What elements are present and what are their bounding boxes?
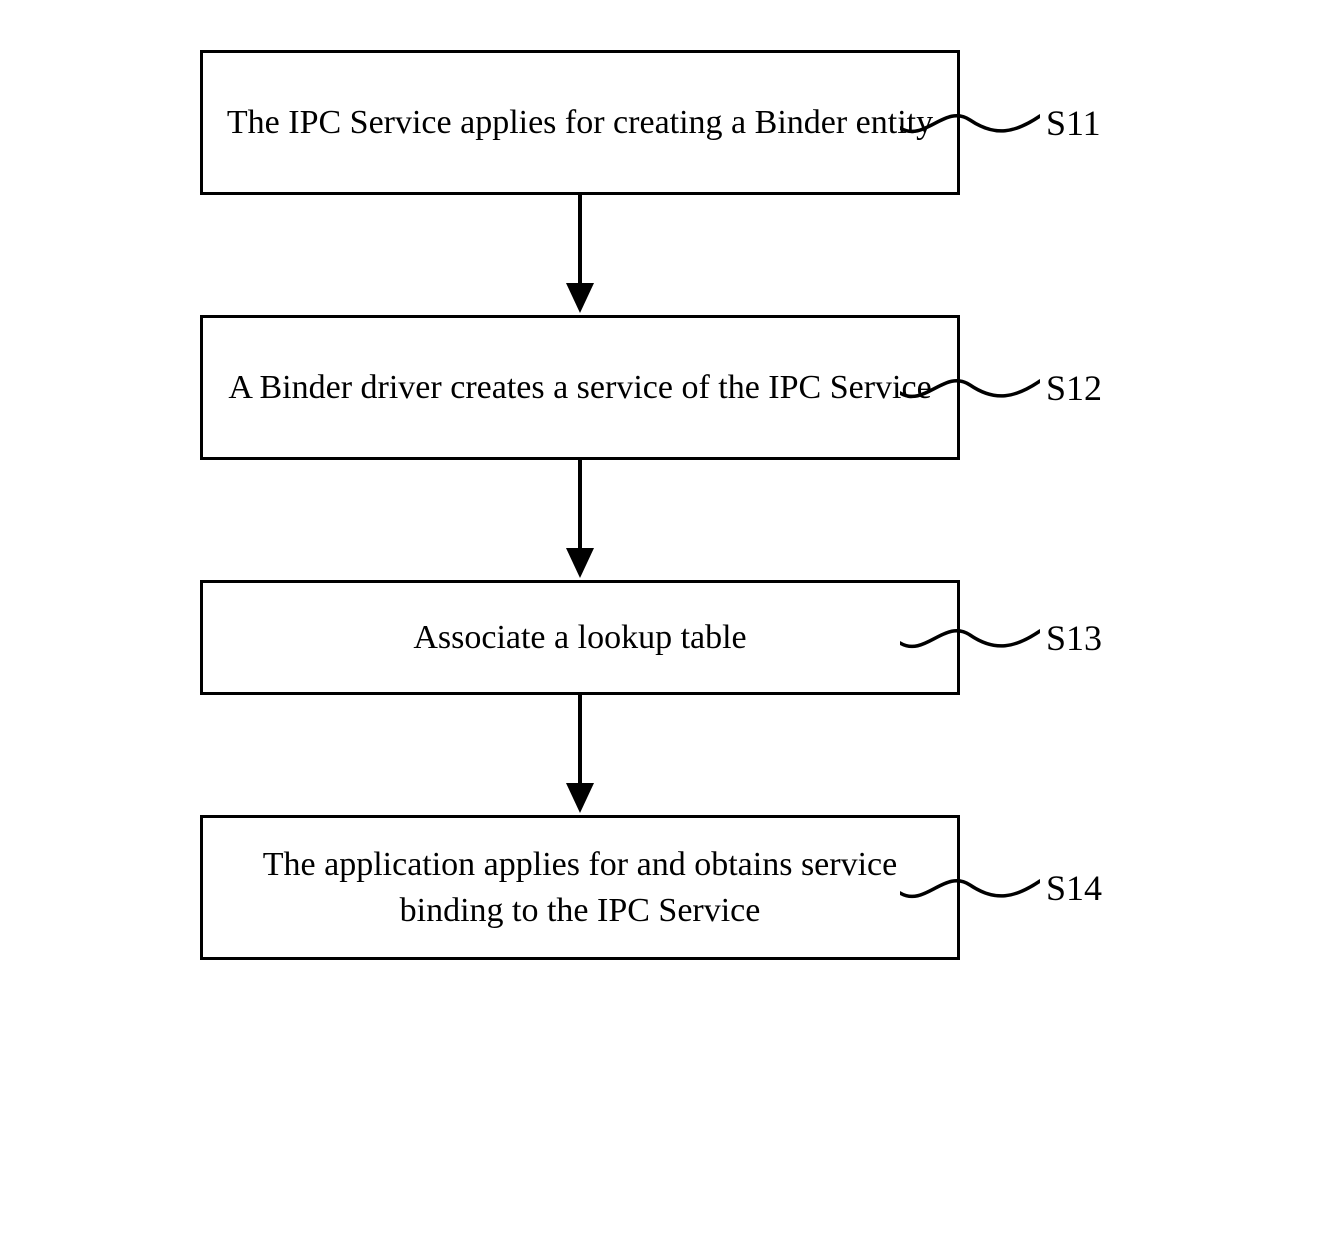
flowchart: The IPC Service applies for creating a B… [130, 50, 1030, 960]
step-row-1: The IPC Service applies for creating a B… [130, 50, 1030, 195]
step-label-2: S12 [1046, 367, 1102, 409]
step-label-3: S13 [1046, 617, 1102, 659]
step-box-2: A Binder driver creates a service of the… [200, 315, 960, 460]
step-box-1: The IPC Service applies for creating a B… [200, 50, 960, 195]
step-box-3: Associate a lookup table [200, 580, 960, 695]
connector-squiggle-icon [900, 863, 1040, 913]
step-row-3: Associate a lookup table S13 [130, 580, 1030, 695]
step-row-4: The application applies for and obtains … [130, 815, 1030, 960]
step-label-wrap-4: S14 [900, 863, 1102, 913]
arrow-down-icon [560, 460, 600, 580]
step-text-4: The application applies for and obtains … [223, 842, 937, 934]
step-label-wrap-2: S12 [900, 363, 1102, 413]
step-row-2: A Binder driver creates a service of the… [130, 315, 1030, 460]
connector-squiggle-icon [900, 98, 1040, 148]
arrow-3-4 [130, 695, 1030, 815]
step-box-4: The application applies for and obtains … [200, 815, 960, 960]
step-label-1: S11 [1046, 102, 1101, 144]
arrow-1-2 [130, 195, 1030, 315]
connector-squiggle-icon [900, 363, 1040, 413]
connector-squiggle-icon [900, 613, 1040, 663]
step-label-4: S14 [1046, 867, 1102, 909]
step-text-1: The IPC Service applies for creating a B… [223, 100, 937, 146]
step-label-wrap-1: S11 [900, 98, 1101, 148]
arrow-down-icon [560, 695, 600, 815]
step-text-2: A Binder driver creates a service of the… [223, 365, 937, 411]
step-text-3: Associate a lookup table [223, 615, 937, 661]
arrow-down-icon [560, 195, 600, 315]
step-label-wrap-3: S13 [900, 613, 1102, 663]
arrow-2-3 [130, 460, 1030, 580]
